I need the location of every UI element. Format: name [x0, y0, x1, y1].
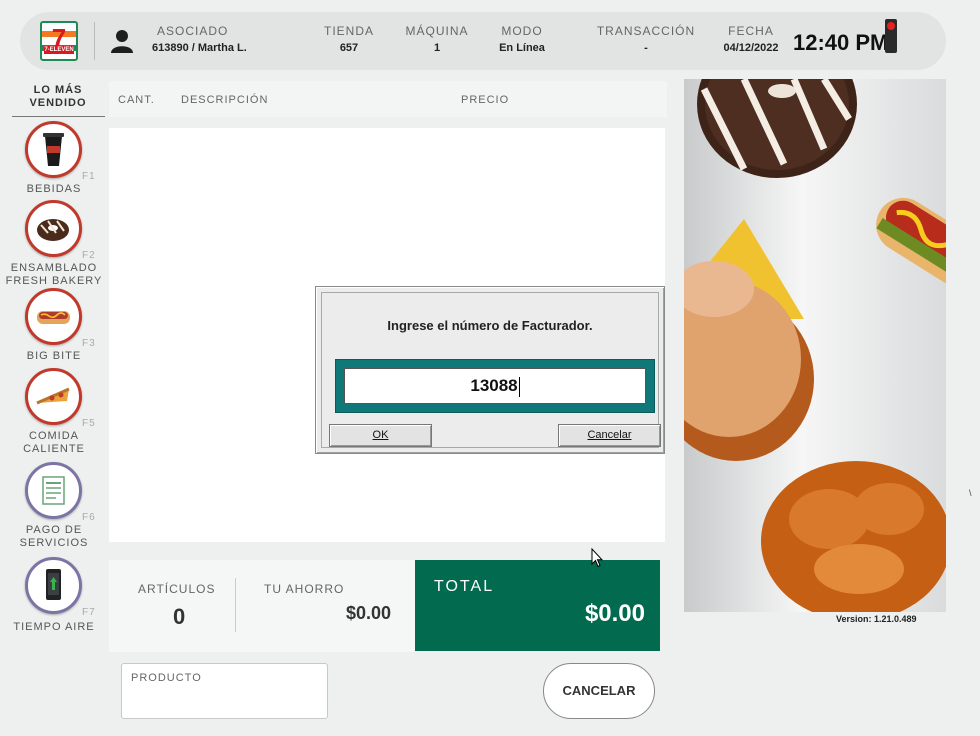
modo-value: En Línea [499, 42, 545, 54]
facturador-dialog: Ingrese el número de Facturador. 13088 O… [315, 286, 665, 454]
category-fkey: F6 [82, 512, 96, 523]
category-label: BEBIDAS [26, 183, 82, 195]
total-box: TOTAL $0.00 [415, 560, 660, 651]
modo-field: MODO En Línea [490, 24, 554, 55]
articulos-value: 0 [173, 604, 186, 629]
promo-food-image [684, 79, 946, 612]
transaccion-field: TRANSACCIÓN - [594, 24, 698, 55]
producto-label: PRODUCTO [131, 672, 202, 684]
maquina-value: 1 [433, 42, 441, 54]
dialog-cancel-button[interactable]: Cancelar [558, 424, 661, 447]
category-bebidas[interactable]: F1 BEBIDAS [0, 121, 108, 201]
fecha-value: 04/12/2022 [723, 42, 779, 54]
category-fkey: F3 [82, 338, 96, 349]
fecha-label: FECHA [728, 24, 774, 38]
ahorro-value: $0.00 [346, 603, 392, 623]
version-label: Version: 1.21.0.489 [836, 614, 917, 624]
tienda-field: TIENDA 657 [318, 24, 380, 55]
pizza-icon [25, 368, 82, 425]
category-label: ENSAMBLADO FRESH BAKERY [5, 262, 103, 287]
column-qty: CANT. [118, 94, 155, 106]
dialog-message: Ingrese el número de Facturador. [387, 318, 593, 333]
smartphone-icon [25, 557, 82, 614]
clock: 12:40 PM [793, 30, 889, 55]
category-fkey: F1 [82, 171, 96, 182]
input-frame: 13088 [335, 359, 655, 413]
text-caret [518, 376, 520, 397]
facturador-input-value: 13088 [470, 376, 518, 395]
fecha-field: FECHA 04/12/2022 [716, 24, 786, 55]
transaccion-label: TRANSACCIÓN [596, 24, 696, 38]
top-status-bar: 7 7-ELEVEN ASOCIADO 613890 / Martha L. T… [20, 12, 946, 70]
category-big-bite[interactable]: F3 BIG BITE [0, 288, 108, 368]
item-list-header: CANT. DESCRIPCIÓN PRECIO [109, 81, 667, 117]
tienda-value: 657 [339, 42, 359, 54]
category-label: COMIDA CALIENTE [23, 430, 85, 455]
modo-label: MODO [501, 24, 543, 38]
tienda-label: TIENDA [323, 24, 374, 38]
maquina-label: MÁQUINA [405, 24, 469, 38]
category-fkey: F5 [82, 418, 96, 429]
donut-icon [25, 200, 82, 257]
seven-eleven-logo: 7 7-ELEVEN [40, 21, 78, 61]
category-tiempo-aire[interactable]: F7 TIEMPO AIRE [0, 557, 108, 637]
ok-button[interactable]: OK [329, 424, 432, 447]
category-label: PAGO DE SERVICIOS [19, 524, 89, 549]
asociado-value: 613890 / Martha L. [152, 42, 247, 54]
column-price: PRECIO [461, 94, 510, 106]
transaccion-value: - [644, 42, 648, 54]
asociado-field: ASOCIADO 613890 / Martha L. [152, 24, 247, 55]
sidebar-title: LO MÁS VENDIDO [29, 84, 87, 109]
drink-cup-icon [25, 121, 82, 178]
maquina-field: MÁQUINA 1 [402, 24, 472, 55]
ahorro-label: TU AHORRO [264, 582, 345, 596]
total-value: $0.00 [584, 600, 645, 627]
asociado-label: ASOCIADO [157, 24, 229, 38]
totals-panel: ARTÍCULOS 0 TU AHORRO $0.00 [109, 560, 415, 652]
articulos-label: ARTÍCULOS [138, 582, 216, 596]
category-fresh-bakery[interactable]: F2 ENSAMBLADO FRESH BAKERY [0, 200, 108, 287]
user-icon [111, 30, 133, 53]
total-label: TOTAL [434, 578, 495, 595]
cancelar-button[interactable]: CANCELAR [543, 663, 655, 719]
category-label: BIG BITE [26, 350, 82, 362]
category-fkey: F7 [82, 607, 96, 618]
traffic-light-icon [885, 19, 897, 53]
category-fkey: F2 [82, 250, 96, 261]
hotdog-icon [25, 288, 82, 345]
receipt-icon [25, 462, 82, 519]
column-description: DESCRIPCIÓN [181, 94, 269, 106]
facturador-input[interactable]: 13088 [344, 368, 646, 404]
edge-mark: \ [969, 488, 972, 498]
producto-input[interactable]: PRODUCTO [121, 663, 328, 719]
category-comida-caliente[interactable]: F5 COMIDA CALIENTE [0, 368, 108, 455]
category-pago-servicios[interactable]: F6 PAGO DE SERVICIOS [0, 462, 108, 549]
mouse-pointer-icon [591, 548, 603, 568]
category-label: TIEMPO AIRE [13, 621, 95, 633]
